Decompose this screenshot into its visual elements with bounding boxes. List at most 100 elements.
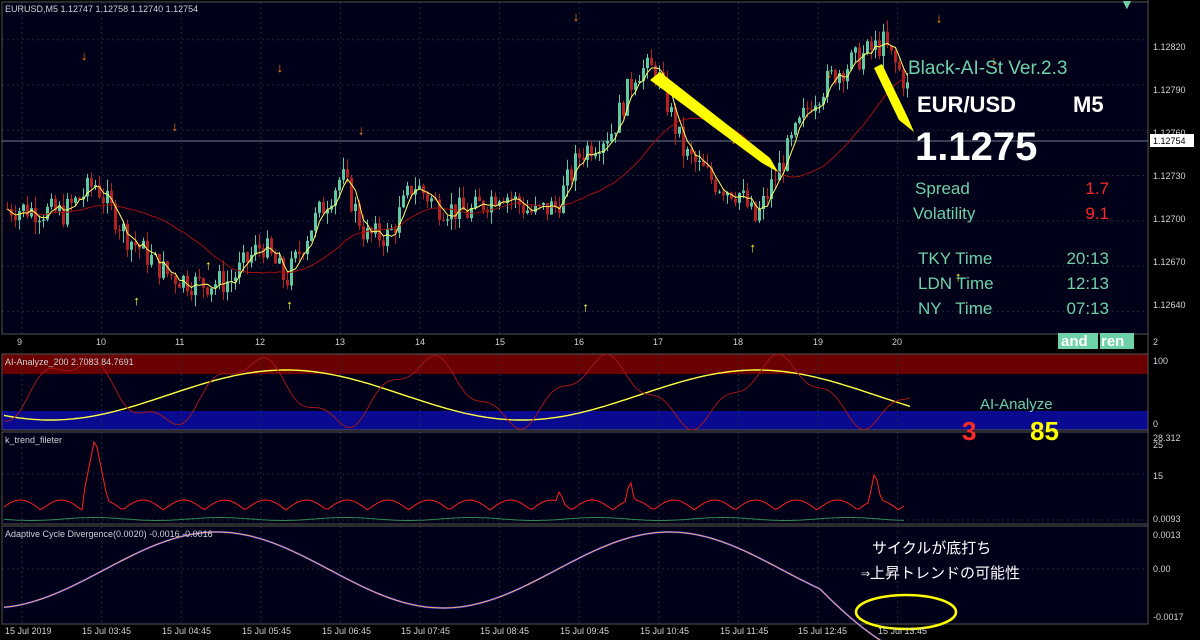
date-tick: 17 — [653, 337, 663, 347]
up-arrow-signal: ↑ — [582, 299, 589, 314]
candle-body — [686, 148, 689, 156]
candle-body — [74, 197, 77, 203]
candle-body — [430, 198, 433, 202]
down-arrow-signal: ↓ — [81, 48, 88, 63]
candle-body — [646, 57, 649, 69]
candle-body — [106, 190, 109, 204]
candle-body — [610, 133, 613, 141]
candle-body — [246, 252, 249, 263]
candle-body — [22, 204, 25, 212]
ktrend-tick-bottom: 0.0093 — [1153, 514, 1181, 524]
candle-body — [402, 195, 405, 208]
candle-body — [450, 204, 453, 220]
candle-body — [794, 122, 797, 136]
time-tick: 15 Jul 08:45 — [480, 626, 529, 636]
candle-body — [382, 240, 385, 247]
price-tick: 1.12700 — [1153, 214, 1186, 224]
price-tick: 1.12820 — [1153, 42, 1186, 52]
volatility-label: Volatility — [913, 204, 976, 223]
candle-body — [346, 169, 349, 178]
candle-body — [670, 107, 673, 113]
candle-body — [306, 240, 309, 255]
candle-body — [906, 82, 909, 89]
candle-body — [766, 195, 769, 199]
ai-tick-top: 100 — [1153, 356, 1168, 366]
pair-label: EUR/USD — [917, 92, 1016, 117]
annotation-line-1: サイクルが底打ち — [872, 539, 991, 557]
date-tick: 13 — [335, 337, 345, 347]
candle-body — [630, 78, 633, 90]
candle-body — [102, 197, 105, 204]
timeframe-label: M5 — [1073, 92, 1104, 117]
ai-value-right: 85 — [1030, 416, 1059, 446]
candle-body — [206, 287, 209, 295]
candle-body — [570, 169, 573, 181]
candle-body — [242, 252, 245, 263]
candle-body — [126, 223, 129, 250]
candle-body — [190, 291, 193, 296]
top-right-marker: ▼ — [1120, 0, 1134, 12]
candle-body — [522, 204, 525, 214]
candle-body — [870, 41, 873, 50]
candle-body — [758, 208, 761, 221]
ai-analyze-label: AI-Analyze — [980, 396, 1053, 413]
candle-body — [398, 207, 401, 233]
candle-body — [278, 258, 281, 264]
ai-tick-bottom: 0 — [1153, 419, 1158, 429]
candle-body — [442, 219, 445, 221]
candle-body — [714, 179, 717, 193]
time-tick: 15 Jul 2019 — [5, 626, 52, 636]
spread-label: Spread — [915, 179, 970, 198]
candle-body — [178, 283, 181, 288]
candle-body — [170, 274, 173, 276]
time-tick: 15 Jul 04:45 — [162, 626, 211, 636]
candle-body — [34, 208, 37, 223]
date-tick: 20 — [892, 337, 902, 347]
acd-tick-top: 0.0013 — [1153, 530, 1181, 540]
candle-body — [298, 251, 301, 254]
ny-time-label: NY Time — [918, 299, 992, 318]
volatility-value: 9.1 — [1085, 204, 1109, 223]
date-tick: 19 — [813, 337, 823, 347]
candle-body — [18, 211, 21, 221]
down-arrow-signal: ↓ — [573, 9, 580, 24]
candle-body — [650, 57, 653, 66]
down-arrow-signal: ↓ — [826, 65, 833, 80]
candle-body — [322, 201, 325, 214]
candle-body — [586, 145, 589, 160]
annotation-line-2: ⇒上昇トレンドの可能性 — [861, 564, 1020, 582]
candle-body — [706, 166, 709, 168]
candle-body — [422, 185, 425, 194]
acd-panel-title: Adaptive Cycle Divergence(0.0020) -0.001… — [5, 529, 213, 539]
candle-body — [474, 196, 477, 209]
acd-tick-mid: 0.00 — [1153, 564, 1171, 574]
candle-body — [606, 140, 609, 144]
candle-body — [454, 204, 457, 220]
time-tick: 15 Jul 05:45 — [242, 626, 291, 636]
date-tick: 16 — [574, 337, 584, 347]
up-arrow-signal: ↑ — [286, 297, 293, 312]
candle-body — [218, 271, 221, 285]
ldn-time-label: LDN Time — [918, 274, 994, 293]
ny-time-value: 07:13 — [1066, 299, 1109, 318]
down-arrow-signal: ↓ — [358, 123, 365, 138]
up-arrow-signal: ↑ — [749, 240, 756, 255]
candle-body — [198, 276, 201, 279]
mt4-chart-window: ↓↓↓↓↓↓↓↓↓↑↑↑↑↑↑ EURUSD,M5 1.12747 1.1275… — [0, 0, 1200, 640]
candle-body — [410, 185, 413, 195]
candle-body — [818, 104, 821, 106]
price-tick: 1.12790 — [1153, 85, 1186, 95]
down-arrow-signal: ↓ — [277, 60, 284, 75]
candle-body — [286, 279, 289, 286]
tky-time-label: TKY Time — [918, 249, 992, 268]
chart-canvas[interactable]: ↓↓↓↓↓↓↓↓↓↑↑↑↑↑↑ EURUSD,M5 1.12747 1.1275… — [0, 0, 1200, 640]
candle-body — [598, 153, 601, 155]
candle-body — [530, 210, 533, 213]
candle-body — [14, 215, 17, 221]
candle-body — [366, 228, 369, 240]
price-tick: 1.12730 — [1153, 171, 1186, 181]
candle-body — [294, 251, 297, 259]
candle-body — [898, 62, 901, 70]
candle-body — [354, 203, 357, 212]
ai-overbought-band — [2, 354, 1148, 374]
